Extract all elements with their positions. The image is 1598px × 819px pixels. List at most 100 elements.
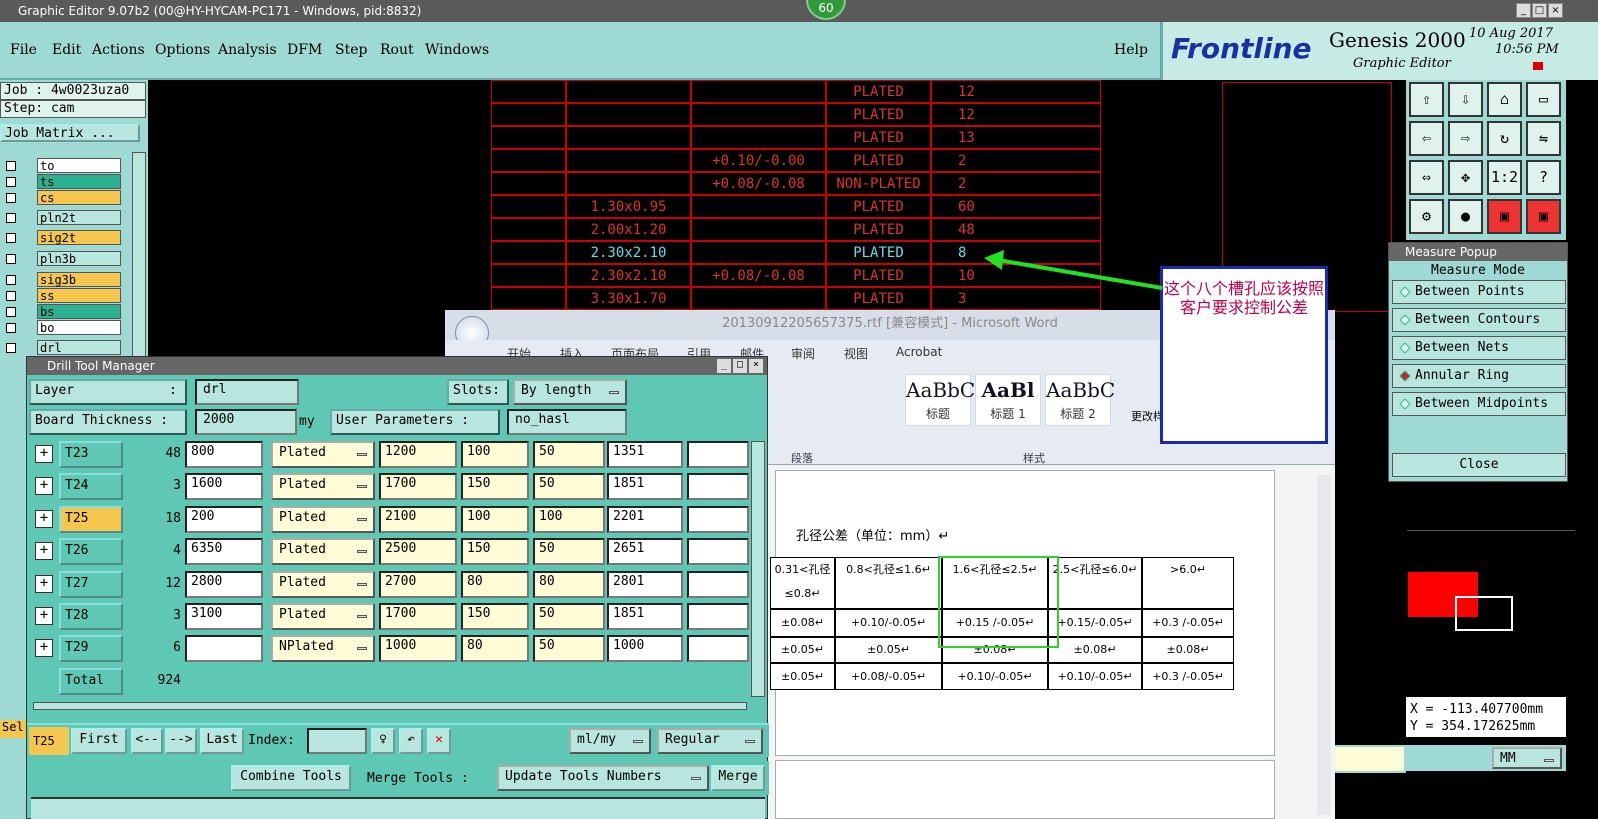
layer-row[interactable]: ts <box>3 174 121 190</box>
prev-button[interactable]: <-- <box>131 728 163 754</box>
board-thickness-field[interactable]: 2000 <box>195 409 297 435</box>
tool-tol-plus-field[interactable]: 150 <box>461 538 529 566</box>
menu-dfm[interactable]: DFM <box>287 42 322 58</box>
menu-analysis[interactable]: Analysis <box>218 42 277 58</box>
tool-tol-plus-field[interactable]: 150 <box>461 603 529 630</box>
document-page-2[interactable] <box>775 760 1275 819</box>
checkbox-icon[interactable] <box>6 307 16 317</box>
home-icon[interactable]: ⌂ <box>1487 82 1522 117</box>
lamp-icon[interactable]: ♀ <box>371 728 395 754</box>
tool-tol-plus-field[interactable]: 150 <box>461 473 529 501</box>
tool-tol-minus-field[interactable]: 50 <box>533 473 605 501</box>
layer-row[interactable]: bs <box>3 304 121 320</box>
tool-size-field[interactable] <box>185 635 263 663</box>
tool-size-field[interactable]: 800 <box>185 441 263 468</box>
tool-tol-minus-field[interactable]: 50 <box>533 603 605 630</box>
tool-tol-plus-field[interactable]: 100 <box>461 441 529 468</box>
expand-icon[interactable]: + <box>35 607 53 625</box>
tool-finish-field[interactable]: 2100 <box>379 505 457 533</box>
expand-icon[interactable]: + <box>35 509 53 528</box>
pause-icon[interactable] <box>1533 62 1543 70</box>
menu-actions[interactable]: Actions <box>92 42 145 58</box>
undo-icon[interactable]: ↶ <box>399 728 423 754</box>
menu-windows[interactable]: Windows <box>425 42 489 58</box>
signal-alt-icon[interactable]: ▣ <box>1526 199 1561 234</box>
job-matrix-button[interactable]: Job Matrix ... <box>0 124 140 142</box>
menu-options[interactable]: Options <box>155 42 210 58</box>
maximize-icon[interactable]: □ <box>733 359 747 373</box>
v-scrollbar[interactable] <box>751 441 765 697</box>
tool-extra-field[interactable] <box>687 473 749 501</box>
up-icon[interactable]: ⇧ <box>1409 82 1444 117</box>
tool-type-selector[interactable]: Plated <box>271 473 375 501</box>
checkbox-icon[interactable] <box>6 193 16 203</box>
tool-tol-plus-field[interactable]: 80 <box>461 570 529 598</box>
checkbox-icon[interactable] <box>6 233 16 243</box>
checkbox-icon[interactable] <box>6 343 16 353</box>
layer-row[interactable]: pln3b <box>3 251 121 267</box>
next-button[interactable]: --> <box>165 728 197 754</box>
h-scrollbar[interactable] <box>33 702 747 710</box>
tool-size-field[interactable]: 1600 <box>185 473 263 501</box>
checkbox-icon[interactable] <box>6 275 16 285</box>
tool-size-field[interactable]: 6350 <box>185 538 263 566</box>
layer-field[interactable]: drl <box>195 379 299 405</box>
tool-drill-field[interactable]: 2201 <box>607 505 683 533</box>
tool-name[interactable]: T29 <box>59 635 123 663</box>
tool-drill-field[interactable]: 1000 <box>607 635 683 663</box>
tool-finish-field[interactable]: 2700 <box>379 570 457 598</box>
tool-tol-minus-field[interactable]: 50 <box>533 635 605 663</box>
tool-type-selector[interactable]: Plated <box>271 505 375 533</box>
tool-finish-field[interactable]: 1700 <box>379 603 457 630</box>
checkbox-icon[interactable] <box>6 213 16 223</box>
layer-row[interactable]: pln2t <box>3 210 121 226</box>
checkbox-icon[interactable] <box>6 161 16 171</box>
close-button[interactable]: Close <box>1392 453 1566 477</box>
checkbox-icon[interactable] <box>6 254 16 264</box>
fit-icon[interactable]: ⇔ <box>1409 160 1444 195</box>
tool-extra-field[interactable] <box>687 570 749 598</box>
tool-tol-minus-field[interactable]: 100 <box>533 505 605 533</box>
layer-row[interactable]: cs <box>3 190 121 206</box>
tab-acrobat[interactable]: Acrobat <box>896 345 942 359</box>
tool-type-selector[interactable]: Plated <box>271 603 375 630</box>
tool-tol-plus-field[interactable]: 100 <box>461 505 529 533</box>
menu-file[interactable]: File <box>10 42 37 58</box>
settings-icon[interactable]: ⚙ <box>1409 199 1444 234</box>
user-parameters-field[interactable]: no_hasl <box>507 409 627 435</box>
tool-extra-field[interactable] <box>687 603 749 630</box>
scale-icon[interactable]: 1:2 <box>1487 160 1522 195</box>
tool-tol-plus-field[interactable]: 80 <box>461 635 529 663</box>
style-title[interactable]: AaBbC 标题 <box>905 374 975 426</box>
close-icon[interactable]: × <box>749 359 763 373</box>
tool-extra-field[interactable] <box>687 505 749 533</box>
between-nets-option[interactable]: Between Nets <box>1392 336 1566 360</box>
combine-tools-button[interactable]: Combine Tools <box>231 765 351 791</box>
tool-name[interactable]: T23 <box>59 441 123 468</box>
expand-icon[interactable]: + <box>35 639 53 658</box>
menu-edit[interactable]: Edit <box>52 42 81 58</box>
tool-finish-field[interactable]: 1000 <box>379 635 457 663</box>
tool-extra-field[interactable] <box>687 441 749 468</box>
tool-tol-minus-field[interactable]: 50 <box>533 538 605 566</box>
unit-selector[interactable]: MM <box>1492 747 1562 769</box>
checkbox-icon[interactable] <box>6 291 16 301</box>
delete-icon[interactable]: ✕ <box>427 728 451 754</box>
tool-drill-field[interactable]: 1351 <box>607 441 683 468</box>
merge-button[interactable]: Merge <box>711 765 765 791</box>
down-icon[interactable]: ⇩ <box>1448 82 1483 117</box>
expand-icon[interactable]: + <box>35 477 53 496</box>
tool-drill-field[interactable]: 2801 <box>607 570 683 598</box>
left-icon[interactable]: ⇦ <box>1409 121 1444 156</box>
menu-help[interactable]: Help <box>1114 42 1148 58</box>
center-icon[interactable]: ✥ <box>1448 160 1483 195</box>
tool-type-selector[interactable]: Plated <box>271 441 375 468</box>
maximize-icon[interactable]: □ <box>1532 3 1547 18</box>
index-field[interactable] <box>307 728 367 754</box>
last-button[interactable]: Last <box>200 728 244 754</box>
close-icon[interactable]: × <box>1548 3 1563 18</box>
tool-drill-field[interactable]: 1851 <box>607 473 683 501</box>
mirror-icon[interactable]: ⇋ <box>1526 121 1561 156</box>
tool-drill-field[interactable]: 1851 <box>607 603 683 630</box>
tab-review[interactable]: 审阅 <box>791 345 815 362</box>
